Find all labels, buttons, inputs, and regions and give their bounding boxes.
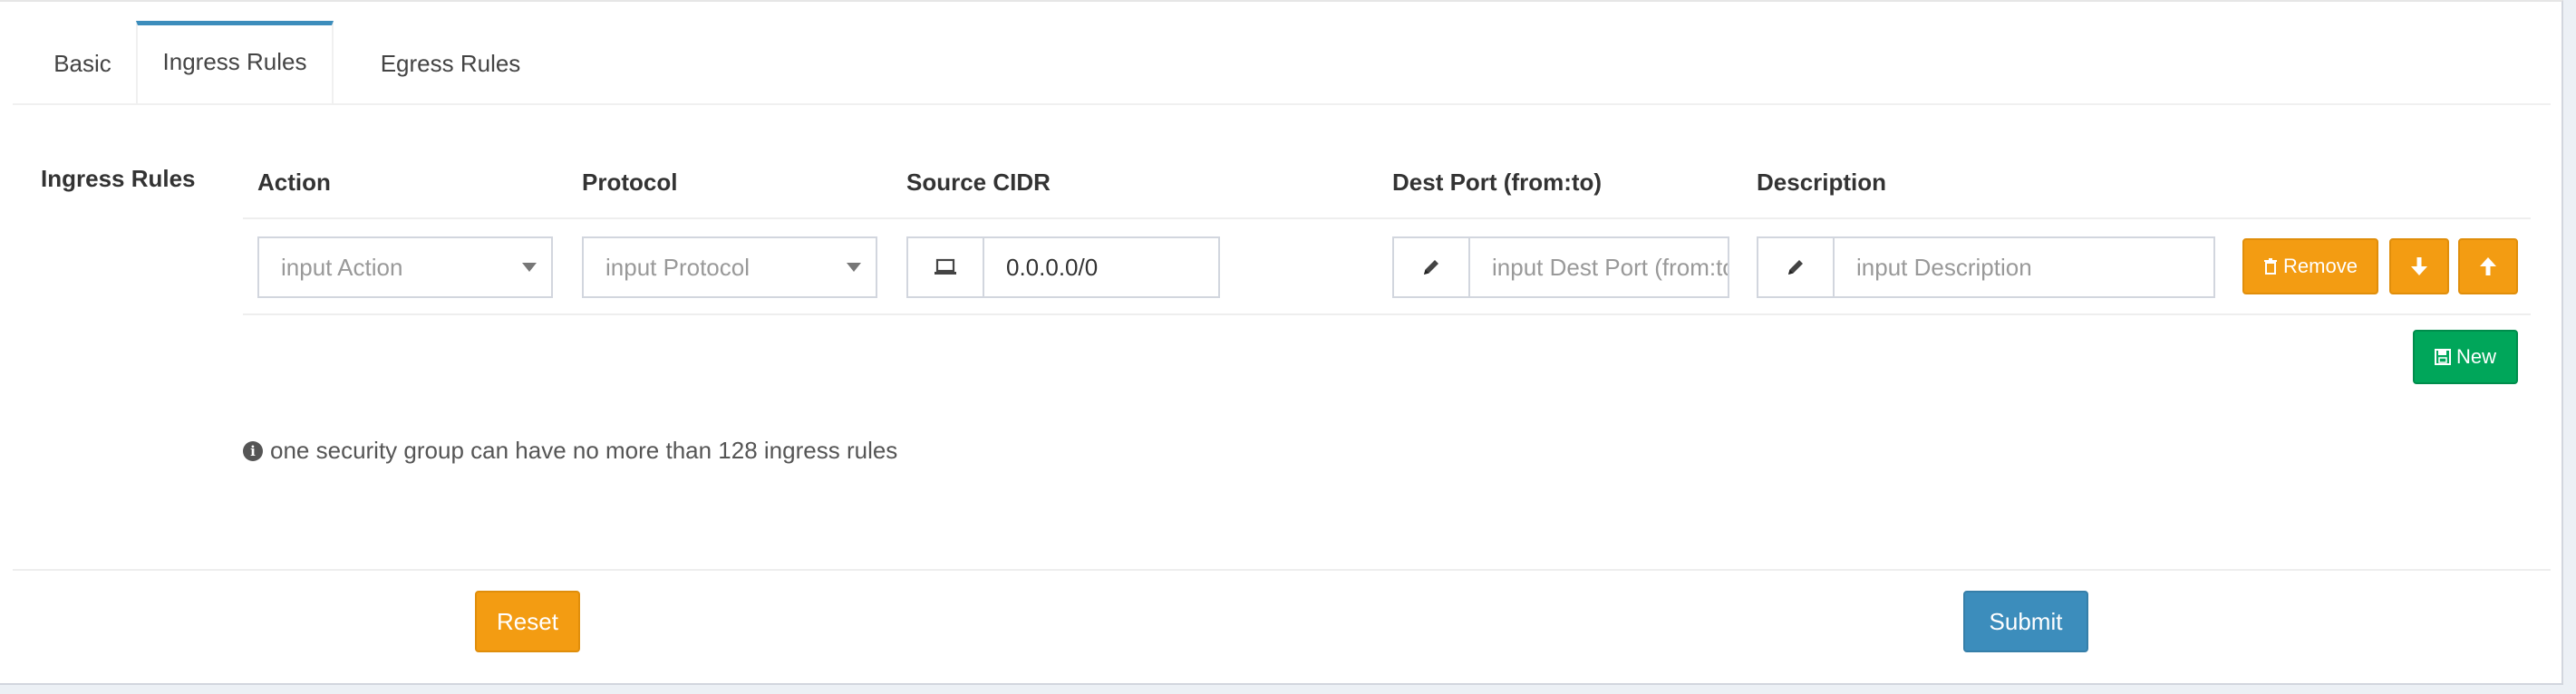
remove-button[interactable]: Remove bbox=[2242, 238, 2378, 294]
ingress-rule-limit-help: i one security group can have no more th… bbox=[243, 437, 897, 465]
new-rule-button-label: New bbox=[2455, 345, 2496, 368]
dest-port-addon bbox=[1392, 236, 1470, 298]
save-icon bbox=[2434, 349, 2451, 365]
move-down-button[interactable] bbox=[2389, 238, 2449, 294]
column-header-dest-port: Dest Port (from:to) bbox=[1392, 169, 1603, 196]
source-cidr-addon bbox=[906, 236, 984, 298]
ingress-rules-label: Ingress Rules bbox=[41, 165, 196, 192]
trash-icon bbox=[2264, 258, 2278, 275]
tab-ingress-rules[interactable]: Ingress Rules bbox=[136, 21, 334, 103]
help-text: one security group can have no more than… bbox=[270, 437, 898, 464]
tab-egress-rules[interactable]: Egress Rules bbox=[357, 24, 544, 103]
arrow-down-icon bbox=[2411, 257, 2427, 275]
table-row-divider bbox=[243, 313, 2531, 315]
description-addon bbox=[1757, 236, 1835, 298]
reset-button[interactable]: Reset bbox=[475, 591, 580, 652]
tab-bar: Basic Ingress Rules Egress Rules bbox=[13, 21, 2551, 105]
pencil-icon bbox=[1424, 260, 1438, 275]
info-circle-icon: i bbox=[243, 440, 263, 461]
security-group-form-panel: Basic Ingress Rules Egress Rules Ingress… bbox=[0, 0, 2563, 685]
description-input[interactable]: input Description bbox=[1835, 236, 2215, 298]
caret-down-icon bbox=[847, 263, 861, 272]
action-select[interactable]: input Action bbox=[257, 236, 553, 298]
caret-down-icon bbox=[522, 263, 537, 272]
laptop-icon bbox=[935, 258, 956, 275]
table-header-divider bbox=[243, 217, 2531, 219]
remove-button-label: Remove bbox=[2283, 255, 2358, 277]
protocol-select[interactable]: input Protocol bbox=[582, 236, 877, 298]
column-header-source-cidr: Source CIDR bbox=[906, 169, 1051, 196]
new-rule-button[interactable]: New bbox=[2413, 330, 2518, 384]
move-up-button[interactable] bbox=[2458, 238, 2518, 294]
source-cidr-input[interactable]: 0.0.0.0/0 bbox=[984, 236, 1220, 298]
column-header-protocol: Protocol bbox=[582, 169, 678, 196]
submit-button[interactable]: Submit bbox=[1963, 591, 2088, 652]
arrow-up-icon bbox=[2480, 257, 2496, 275]
form-footer-divider bbox=[13, 569, 2551, 571]
dest-port-input[interactable]: input Dest Port (from:to) bbox=[1470, 236, 1729, 298]
action-select-placeholder: input Action bbox=[281, 254, 403, 281]
tab-basic[interactable]: Basic bbox=[25, 24, 140, 103]
protocol-select-placeholder: input Protocol bbox=[605, 254, 750, 281]
column-header-action: Action bbox=[257, 169, 331, 196]
pencil-icon bbox=[1788, 260, 1803, 275]
column-header-description: Description bbox=[1757, 169, 1887, 196]
